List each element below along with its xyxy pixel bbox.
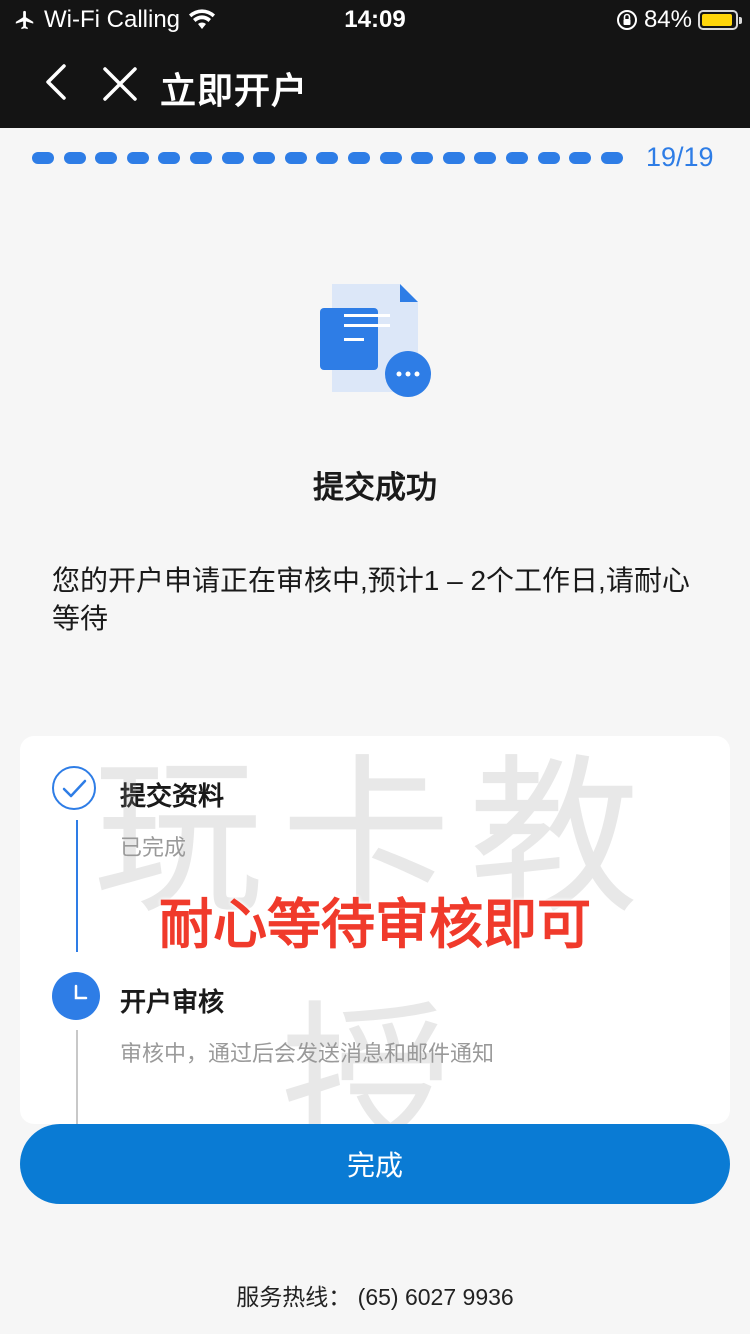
clock-icon bbox=[52, 972, 100, 1020]
progress-count: 19/19 bbox=[646, 142, 714, 172]
battery-percent: 84% bbox=[643, 6, 692, 33]
progress-dash bbox=[32, 152, 54, 164]
progress-dash bbox=[348, 152, 370, 164]
progress-dash bbox=[569, 152, 592, 164]
progress-dash bbox=[253, 152, 276, 164]
progress-dash bbox=[600, 152, 623, 164]
progress-dash bbox=[284, 152, 307, 164]
progress-dash bbox=[411, 152, 434, 164]
progress-dash bbox=[442, 152, 465, 164]
progress-dash bbox=[316, 152, 339, 164]
document-pending-icon bbox=[320, 284, 431, 397]
step-1-title: 提交资料 bbox=[120, 781, 225, 811]
result-title: 提交成功 bbox=[313, 470, 437, 505]
service-hotline[interactable]: 服务热线： (65) 6027 9936 bbox=[0, 1278, 750, 1312]
step-2-status: 审核中，通过后会发送消息和邮件通知 bbox=[120, 1041, 495, 1066]
progress-dash bbox=[221, 152, 244, 164]
battery-icon bbox=[698, 10, 742, 30]
page-title: 立即开户 bbox=[160, 70, 309, 111]
progress-steps bbox=[32, 152, 632, 164]
progress-dash bbox=[158, 152, 181, 164]
check-icon bbox=[52, 766, 96, 810]
step-connector-pending bbox=[76, 1030, 78, 1124]
progress-dash bbox=[63, 152, 86, 164]
progress-dash bbox=[537, 152, 560, 164]
status-right: 84% bbox=[616, 6, 742, 34]
orientation-lock-icon bbox=[616, 10, 637, 30]
battery-level bbox=[702, 14, 733, 26]
progress-dash bbox=[126, 152, 149, 164]
progress-dash bbox=[190, 152, 212, 164]
nav-bar: 立即开户 bbox=[0, 40, 750, 128]
done-button[interactable]: 完成 bbox=[20, 1124, 730, 1204]
status-bar: Wi-Fi Calling 14:09 84% bbox=[0, 0, 750, 40]
result-description: 您的开户申请正在审核中,预计1 – 2个工作日,请耐心等待 bbox=[52, 565, 690, 634]
chevron-left-icon[interactable] bbox=[38, 62, 72, 102]
progress-dash bbox=[506, 152, 528, 164]
step-2-title: 开户审核 bbox=[120, 987, 225, 1017]
close-icon[interactable] bbox=[100, 64, 140, 104]
step-1-status: 已完成 bbox=[120, 835, 187, 860]
overlay-caption: 耐心等待审核即可 bbox=[159, 895, 591, 955]
progress-dash bbox=[379, 152, 402, 164]
progress-dash bbox=[474, 152, 497, 164]
progress-dash bbox=[95, 152, 118, 164]
